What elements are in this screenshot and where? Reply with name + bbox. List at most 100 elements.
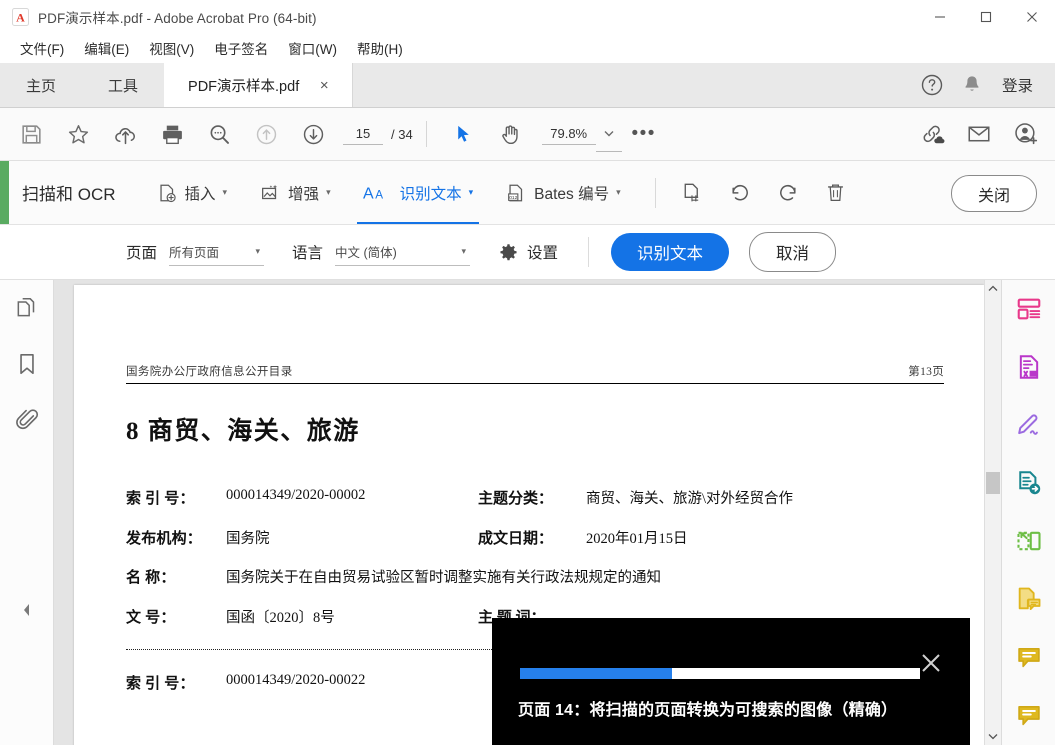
- document-tab[interactable]: PDF演示样本.pdf ×: [164, 63, 354, 107]
- fill-and-sign-icon[interactable]: [1002, 396, 1055, 454]
- vertical-scrollbar[interactable]: [984, 280, 1001, 745]
- chevron-down-icon: ▾: [326, 187, 331, 197]
- scroll-down-chevron-down-icon[interactable]: [985, 728, 1001, 745]
- rotate-clockwise-icon[interactable]: [764, 161, 812, 224]
- delete-trash-icon[interactable]: [812, 161, 860, 224]
- attachments-icon[interactable]: [0, 392, 53, 448]
- table-row: 名 称： 国务院关于在自由贸易试验区暂时调整实施有关行政法规规定的通知: [126, 566, 944, 587]
- document-tab-label: PDF演示样本.pdf: [188, 78, 300, 95]
- row-value: 商贸、海关、旅游\对外经贸合作: [586, 491, 794, 507]
- text-recognition-aa-icon: AA: [363, 182, 393, 204]
- save-floppy-icon[interactable]: [8, 108, 55, 160]
- help-circle-icon[interactable]: [912, 63, 952, 107]
- hand-pan-icon[interactable]: [487, 108, 534, 160]
- cursor-select-icon[interactable]: [440, 108, 487, 160]
- menu-file[interactable]: 文件(F): [11, 35, 73, 61]
- document-tab-close-icon[interactable]: ×: [315, 76, 333, 94]
- ocr-progress-dialog: 页面 14：将扫描的页面转换为可搜索的图像（精确）: [492, 618, 970, 745]
- menu-window[interactable]: 窗口(W): [279, 35, 346, 61]
- share-link-cloud-icon[interactable]: [908, 108, 955, 160]
- tab-home[interactable]: 主页: [0, 63, 83, 107]
- row-value: 国务院: [226, 530, 270, 547]
- pages-dropdown[interactable]: 所有页面 ▾: [169, 239, 265, 266]
- collapse-left-icon[interactable]: [0, 595, 53, 625]
- page-thumbnails-icon[interactable]: [0, 280, 53, 336]
- acrobat-logo-icon: A: [12, 7, 29, 26]
- scan-ocr-ribbon: 扫描和 OCR 插入 ▾ 增强 ▾ AA 识别文本 ▾ 012 Bates 编号…: [0, 161, 1055, 225]
- previous-page-button[interactable]: [243, 108, 290, 160]
- title-bar: A PDF演示样本.pdf - Adobe Acrobat Pro (64-bi…: [0, 0, 1055, 33]
- compare-files-icon[interactable]: [1002, 512, 1055, 570]
- chevron-down-icon: ▾: [255, 245, 261, 256]
- row-key: 发布机构：: [126, 530, 203, 547]
- left-navigation-rail: [0, 280, 54, 745]
- acrobat-window: A PDF演示样本.pdf - Adobe Acrobat Pro (64-bi…: [0, 0, 1055, 745]
- recognize-text-button[interactable]: 识别文本: [611, 233, 730, 271]
- ribbon-bates-numbering[interactable]: 012 Bates 编号 ▾: [495, 161, 630, 224]
- page-number-input[interactable]: [343, 123, 383, 145]
- menu-bar: 文件(F) 编辑(E) 视图(V) 电子签名 窗口(W) 帮助(H): [0, 33, 1055, 63]
- scrollbar-thumb[interactable]: [986, 472, 1000, 494]
- ribbon-enhance[interactable]: 增强 ▾: [249, 161, 341, 224]
- cloud-upload-icon[interactable]: [102, 108, 149, 160]
- tab-tools[interactable]: 工具: [82, 63, 165, 107]
- zoom-chevron-down-icon[interactable]: [595, 117, 622, 152]
- maximize-button[interactable]: [963, 0, 1009, 33]
- print-icon[interactable]: [149, 108, 196, 160]
- progress-close-x-icon[interactable]: [914, 646, 948, 680]
- sticky-note-icon[interactable]: [1002, 686, 1055, 744]
- row-value: 国务院关于在自由贸易试验区暂时调整实施有关行政法规规定的通知: [226, 570, 661, 586]
- bookmarks-icon[interactable]: [0, 336, 53, 392]
- menu-view[interactable]: 视图(V): [140, 35, 203, 61]
- extract-page-icon[interactable]: [668, 161, 716, 224]
- zoom-input[interactable]: [541, 123, 596, 145]
- organize-pages-icon[interactable]: [1002, 280, 1055, 338]
- more-tools-button[interactable]: •••: [622, 108, 666, 160]
- redact-document-icon[interactable]: [1002, 338, 1055, 396]
- close-button[interactable]: [1009, 0, 1055, 33]
- next-page-button[interactable]: [290, 108, 337, 160]
- row-key: 索 引 号：: [126, 675, 195, 692]
- envelope-icon[interactable]: [955, 108, 1002, 160]
- enhance-image-icon: [259, 182, 281, 204]
- menu-edit[interactable]: 编辑(E): [75, 35, 138, 61]
- close-ribbon-button[interactable]: 关闭: [950, 175, 1037, 212]
- rotate-counterclockwise-icon[interactable]: [716, 161, 764, 224]
- star-icon[interactable]: [55, 108, 102, 160]
- notification-bell-icon[interactable]: [952, 63, 992, 107]
- add-comment-icon[interactable]: [1002, 628, 1055, 686]
- chevron-down-icon: ▾: [222, 187, 228, 197]
- ribbon-recognize-text[interactable]: AA 识别文本 ▾: [353, 161, 484, 224]
- row-key: 成文日期：: [478, 530, 554, 547]
- comment-document-icon[interactable]: [1002, 570, 1055, 628]
- row-value: 2020年01月15日: [586, 530, 688, 547]
- cancel-button[interactable]: 取消: [749, 232, 837, 272]
- settings-button[interactable]: 设置: [498, 241, 558, 263]
- export-pdf-icon[interactable]: [1002, 454, 1055, 512]
- zoom-control: [541, 117, 622, 152]
- sign-in-button[interactable]: 登录: [992, 74, 1047, 96]
- chevron-down-icon: ▾: [616, 187, 621, 197]
- menu-help[interactable]: 帮助(H): [348, 35, 412, 61]
- search-icon[interactable]: [196, 108, 243, 160]
- language-label: 语言: [292, 245, 324, 262]
- row-key: 索 引 号：: [126, 491, 195, 507]
- ribbon-insert[interactable]: 插入 ▾: [146, 161, 238, 224]
- section-title: 8 商贸、海关、旅游: [126, 418, 360, 445]
- row-key: 名 称：: [126, 570, 176, 586]
- minimize-button[interactable]: [917, 0, 963, 33]
- ribbon-title: 扫描和 OCR: [22, 185, 116, 204]
- svg-text:A: A: [375, 188, 383, 201]
- progress-message: 页面 14：将扫描的页面转换为可搜索的图像（精确）: [518, 702, 898, 719]
- language-dropdown[interactable]: 中文 (简体) ▾: [335, 239, 471, 266]
- add-person-icon[interactable]: [1002, 108, 1049, 160]
- ribbon-recognize-text-label: 识别文本: [399, 185, 462, 203]
- ocr-options-bar: 页面 所有页面 ▾ 语言 中文 (简体) ▾ 设置 识别文本 取消: [0, 225, 1055, 280]
- ribbon-enhance-label: 增强: [288, 185, 320, 203]
- row-value: 000014349/2020-00002: [226, 487, 366, 503]
- chevron-down-icon: ▾: [461, 245, 467, 256]
- pages-label: 页面: [126, 245, 158, 262]
- ribbon-divider: [654, 177, 656, 208]
- menu-esign[interactable]: 电子签名: [205, 35, 277, 61]
- scroll-up-chevron-up-icon[interactable]: [985, 280, 1001, 297]
